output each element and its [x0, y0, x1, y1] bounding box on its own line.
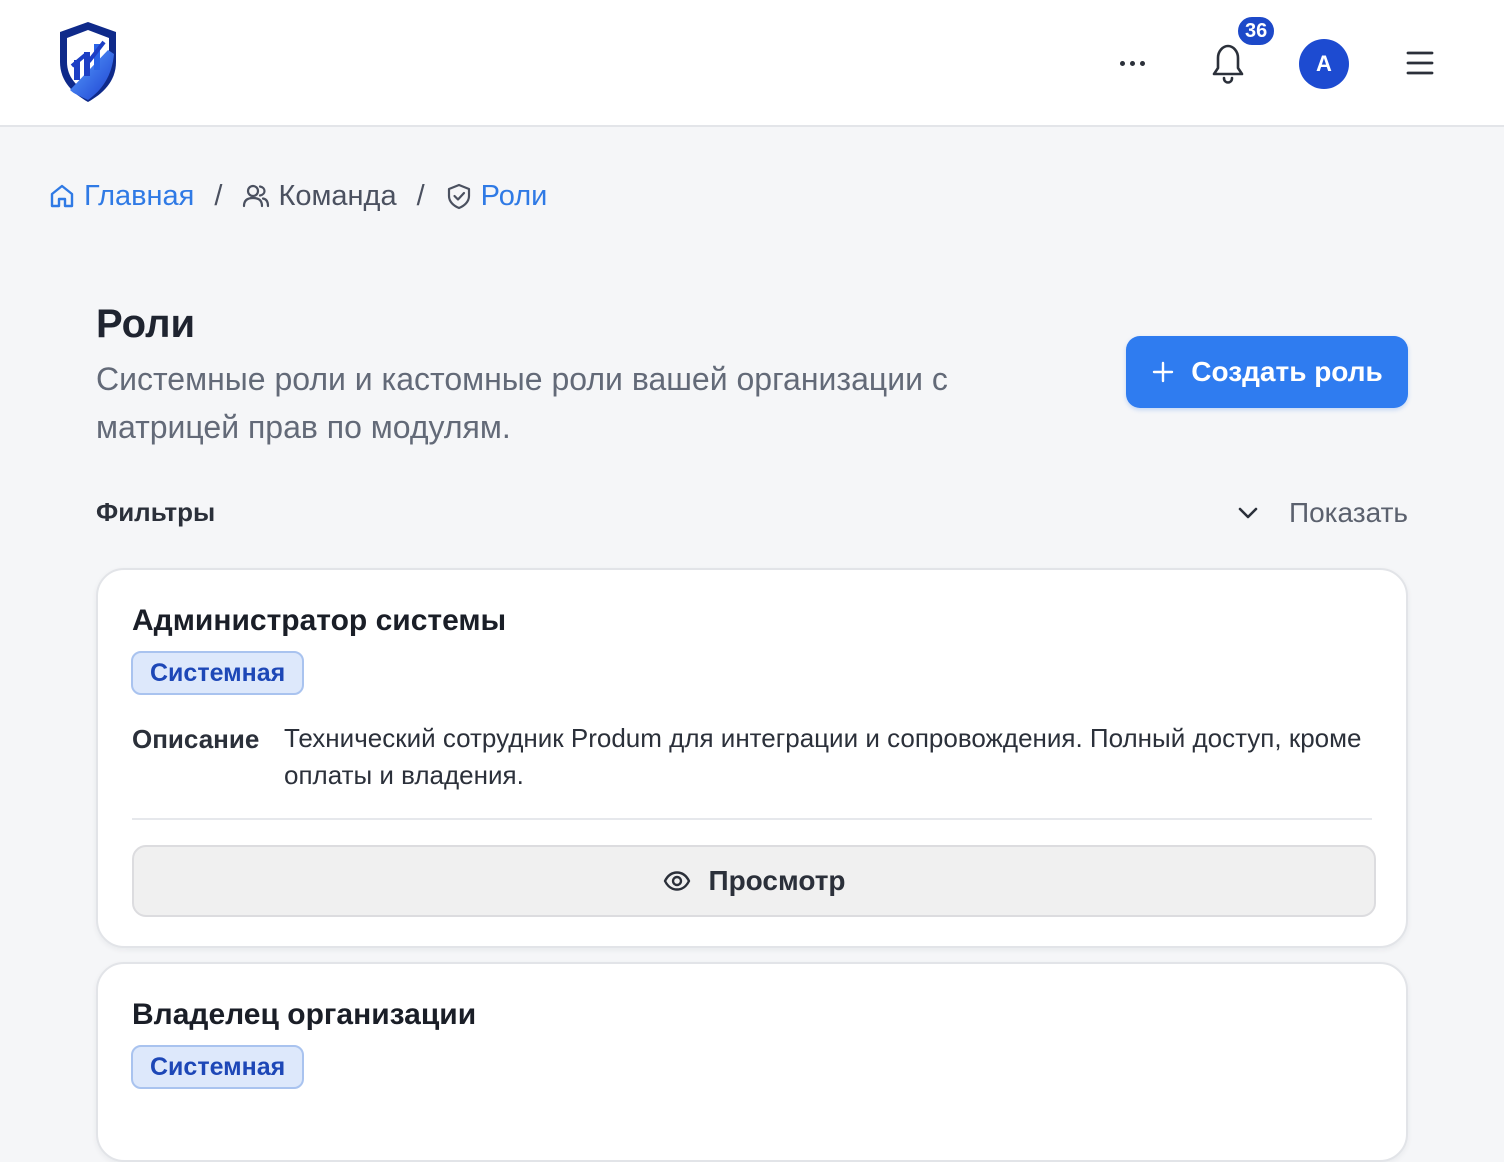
shield-logo-icon — [60, 22, 116, 102]
dot — [1129, 60, 1135, 66]
page-title: Роли — [96, 302, 196, 346]
page-subtitle: Системные роли и кастомные роли вашей ор… — [96, 361, 948, 445]
role-card: Владелец организации Системная — [96, 962, 1408, 1162]
divider — [132, 818, 1372, 820]
breadcrumb-label: Главная — [84, 179, 195, 212]
dot — [1139, 60, 1145, 66]
shield-check-icon — [447, 183, 470, 210]
breadcrumb-label: Роли — [480, 179, 548, 212]
role-name: Владелец организации — [132, 998, 477, 1031]
bell-icon — [1212, 44, 1244, 84]
create-role-button[interactable]: Создать роль — [1126, 336, 1408, 408]
notifications-button[interactable] — [1206, 40, 1250, 86]
breadcrumb-separator: / — [214, 179, 223, 212]
breadcrumb-label: Команда — [278, 179, 397, 212]
filters-toggle-label: Показать — [1288, 497, 1408, 528]
hamburger-icon — [1406, 51, 1434, 75]
app-logo[interactable] — [56, 20, 120, 104]
user-avatar[interactable]: A — [1299, 39, 1349, 89]
role-type-badge: Системная — [131, 1045, 305, 1089]
breadcrumb-separator: / — [416, 179, 425, 212]
breadcrumb-team[interactable]: Команда — [242, 179, 397, 213]
dot — [1119, 60, 1125, 66]
role-card: Администратор системы Системная Описание… — [96, 568, 1408, 948]
breadcrumb-home[interactable]: Главная — [48, 180, 194, 213]
chevron-down-icon — [1238, 507, 1258, 519]
notifications-count-badge: 36 — [1236, 15, 1277, 47]
users-icon — [243, 184, 270, 208]
role-type-badge: Системная — [131, 651, 305, 695]
filters-heading: Фильтры — [96, 497, 216, 527]
home-icon — [50, 184, 74, 208]
more-options-button[interactable] — [1112, 46, 1152, 80]
view-role-label: Просмотр — [708, 865, 846, 896]
create-role-label: Создать роль — [1191, 356, 1383, 387]
plus-icon — [1153, 361, 1174, 383]
view-role-button[interactable]: Просмотр — [132, 845, 1376, 917]
filters-toggle[interactable]: Показать — [1235, 494, 1408, 532]
hamburger-menu-button[interactable] — [1404, 48, 1436, 78]
breadcrumb-roles[interactable]: Роли — [445, 179, 548, 213]
role-name: Администратор системы — [132, 604, 507, 637]
top-bar: 36 A — [0, 0, 1504, 127]
eye-icon — [664, 871, 691, 891]
breadcrumb: Главная / Команда / Роли — [48, 176, 547, 216]
role-description: Технический сотрудник Produm для интегра… — [284, 723, 1362, 790]
description-label: Описание — [132, 724, 260, 754]
